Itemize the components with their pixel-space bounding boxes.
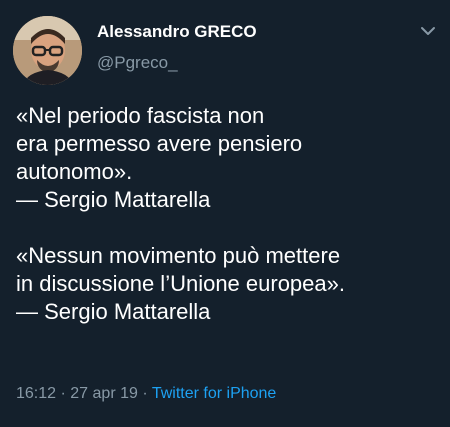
tweet-time[interactable]: 16:12	[16, 385, 56, 402]
tweet-text: «Nel periodo fascista non era permesso a…	[16, 102, 441, 326]
tweet-line: — Sergio Mattarella	[16, 299, 211, 324]
tweet-line: era permesso avere pensiero	[16, 131, 303, 156]
tweet: Alessandro GRECO @Pgreco_ «Nel periodo f…	[0, 0, 450, 427]
tweet-line: autonomo».	[16, 159, 133, 184]
tweet-meta: 16:12 · 27 apr 19 · Twitter for iPhone	[16, 385, 276, 403]
tweet-line: «Nel periodo fascista non	[16, 103, 265, 128]
tweet-line: «Nessun movimento può mettere	[16, 243, 341, 268]
handle[interactable]: @Pgreco_	[97, 53, 178, 73]
meta-separator: ·	[142, 385, 148, 402]
tweet-line: in discussione l’Unione europea».	[16, 271, 345, 296]
avatar[interactable]	[13, 16, 82, 85]
tweet-line: — Sergio Mattarella	[16, 187, 211, 212]
tweet-source-link[interactable]: Twitter for iPhone	[152, 385, 277, 402]
chevron-down-icon[interactable]	[418, 24, 438, 38]
meta-separator: ·	[60, 385, 66, 402]
tweet-date[interactable]: 27 apr 19	[70, 385, 138, 402]
display-name[interactable]: Alessandro GRECO	[97, 22, 257, 42]
